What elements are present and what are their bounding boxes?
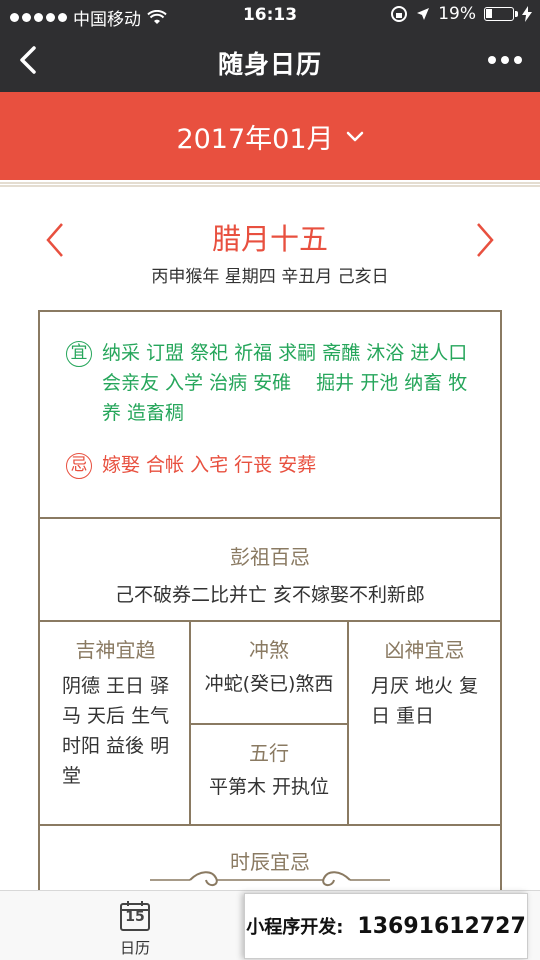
ji-badge: 忌 [66, 453, 92, 479]
ji-text: 嫁娶 合帐 入宅 行丧 安葬 [102, 454, 317, 476]
xiongshen-cell: 凶神宜忌 月厌 地火 复日 重日 [349, 622, 500, 824]
calendar-icon: 15 [118, 899, 152, 933]
more-icon[interactable] [488, 56, 522, 64]
chongsha-cell: 冲煞 冲蛇(癸已)煞西 [191, 622, 347, 723]
jishen-title: 吉神宜趋 [75, 638, 156, 662]
shen-sha-grid: 吉神宜趋 阴德 王日 驿马 天后 生气 时阳 益後 明堂 冲煞 冲蛇(癸已)煞西… [40, 620, 500, 824]
status-bar: 中国移动 16:13 19% [0, 0, 540, 30]
almanac-card: 宜 纳采 订盟 祭祀 祈福 求嗣 斋醮 沐浴 进人口 会亲友 入学 治病 安碓 … [38, 310, 502, 910]
month-selector[interactable]: 2017年01月 [0, 92, 540, 180]
pengzu-section: 彭祖百忌 己不破券二比并亡 亥不嫁娶不利新郎 [40, 517, 500, 620]
wuxing-title: 五行 [249, 741, 289, 765]
jishen-text: 阴德 王日 驿马 天后 生气 时阳 益後 明堂 [62, 675, 170, 787]
pengzu-text: 己不破券二比并亡 亥不嫁娶不利新郎 [114, 584, 426, 606]
ornament-icon [150, 871, 390, 886]
ganzhi-date: 丙申猴年 星期四 辛丑月 己亥日 [151, 267, 389, 287]
pengzu-title: 彭祖百忌 [230, 545, 310, 569]
chongsha-text: 冲蛇(癸已)煞西 [204, 673, 334, 695]
wuxing-text: 平第木 开执位 [208, 776, 330, 798]
wuxing-cell: 五行 平第木 开执位 [191, 723, 347, 824]
xiongshen-text: 月厌 地火 复日 重日 [371, 675, 479, 727]
yi-row: 宜 纳采 订盟 祭祀 祈福 求嗣 斋醮 沐浴 进人口 会亲友 入学 治病 安碓 … [66, 338, 480, 428]
promo-banner: 小程序开发: 13691612727 [244, 893, 528, 959]
yi-ji-section: 宜 纳采 订盟 祭祀 祈福 求嗣 斋醮 沐浴 进人口 会亲友 入学 治病 安碓 … [40, 312, 500, 517]
yi-badge: 宜 [66, 341, 92, 367]
promo-phone: 13691612727 [357, 913, 526, 939]
decorative-border [0, 182, 540, 187]
tab-calendar-label: 日历 [119, 939, 150, 957]
middle-column: 冲煞 冲蛇(癸已)煞西 五行 平第木 开执位 [191, 622, 349, 824]
page-title: 随身日历 [217, 50, 322, 79]
month-label: 2017年01月 [176, 123, 334, 155]
calendar-icon-day: 15 [125, 909, 145, 925]
nav-bar: 随身日历 [0, 30, 540, 92]
status-right: 19% [390, 4, 532, 24]
jishen-cell: 吉神宜趋 阴德 王日 驿马 天后 生气 时阳 益後 明堂 [40, 622, 191, 824]
battery-icon [484, 7, 518, 21]
ji-row: 忌 嫁娶 合帐 入宅 行丧 安葬 [66, 450, 480, 480]
yi-text: 纳采 订盟 祭祀 祈福 求嗣 斋醮 沐浴 进人口 会亲友 入学 治病 安碓 掘井… [102, 342, 468, 424]
chongsha-title: 冲煞 [249, 638, 289, 662]
chevron-down-icon [346, 131, 363, 142]
tab-calendar[interactable]: 15 日历 [90, 899, 180, 958]
promo-label: 小程序开发: [246, 917, 344, 938]
calendar-panel: 腊月十五 丙申猴年 星期四 辛丑月 己亥日 宜 纳采 订盟 祭祀 祈福 求嗣 斋… [0, 180, 540, 910]
location-icon [417, 8, 430, 20]
rotation-lock-icon [391, 6, 408, 22]
battery-percent: 19% [438, 4, 476, 24]
charging-icon [522, 6, 532, 22]
xiongshen-title: 凶神宜忌 [384, 638, 465, 662]
lunar-date: 腊月十五 [211, 222, 328, 256]
day-navigator: 腊月十五 丙申猴年 星期四 辛丑月 己亥日 [0, 210, 540, 290]
next-day-icon[interactable] [470, 218, 500, 262]
